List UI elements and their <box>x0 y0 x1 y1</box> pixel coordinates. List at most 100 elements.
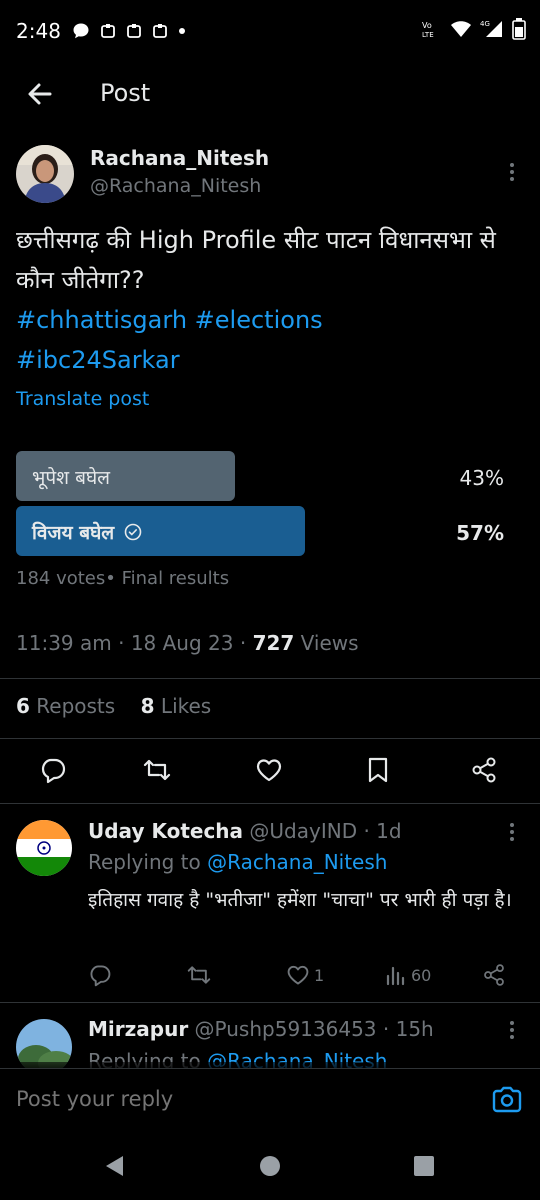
reply-header: Mirzapur @Pushp59136453 · 15h <box>88 1017 434 1041</box>
reposts-count[interactable]: 6 <box>16 694 30 718</box>
signal-icon: 4G <box>480 20 502 37</box>
more-notifications-dot-icon <box>179 28 185 34</box>
reply-comment-button[interactable] <box>88 960 112 990</box>
views-label: Views <box>300 631 359 655</box>
reposts-label[interactable]: Reposts <box>36 694 115 718</box>
more-vertical-icon <box>510 163 514 181</box>
back-button[interactable] <box>22 76 58 112</box>
poll-option-label-winner: विजय बघेल <box>32 519 142 545</box>
author-handle[interactable]: @Rachana_Nitesh <box>90 175 261 197</box>
reply-more-button[interactable] <box>500 1018 524 1042</box>
bookmark-icon <box>368 757 388 783</box>
comment-icon <box>41 758 66 784</box>
nav-home-button[interactable] <box>256 1152 284 1180</box>
volte-icon: VoLTE <box>422 21 434 39</box>
bookmark-button[interactable] <box>361 753 395 787</box>
reply-composer <box>0 1068 540 1130</box>
app-notification-icon <box>127 24 141 38</box>
share-button[interactable] <box>467 753 501 787</box>
wifi-icon <box>451 21 471 37</box>
camera-icon <box>492 1086 522 1113</box>
replying-to: Replying to @Rachana_Nitesh <box>88 850 387 874</box>
circle-home-icon <box>260 1156 280 1176</box>
post-text: छत्तीसगढ़ की High Profile सीट पाटन विधान… <box>16 220 516 380</box>
svg-text:LTE: LTE <box>422 31 434 39</box>
reply-like-button[interactable]: 1 <box>286 960 324 990</box>
reply-author-handle[interactable]: @UdayIND <box>249 819 357 843</box>
hashtag-link[interactable]: #chhattisgarh <box>16 306 187 334</box>
app-notification-icon <box>153 24 167 38</box>
translate-post-link[interactable]: Translate post <box>16 388 149 410</box>
nav-recents-button[interactable] <box>410 1152 438 1180</box>
battery-icon <box>512 18 526 40</box>
poll-option-text: भूपेश बघेल <box>32 467 111 489</box>
reply-button[interactable] <box>36 753 70 787</box>
repost-button[interactable] <box>140 753 174 787</box>
likes-count[interactable]: 8 <box>141 694 155 718</box>
status-time: 2:48 <box>16 19 61 43</box>
views-count: 727 <box>252 631 295 655</box>
status-bar: 2:48 Vo LTE 4G <box>0 0 540 62</box>
divider <box>0 738 540 739</box>
square-recents-icon <box>414 1156 434 1176</box>
reply-header: Uday Kotecha @UdayIND · 1d <box>88 819 402 843</box>
divider <box>0 1002 540 1003</box>
hashtag-link[interactable]: #ibc24Sarkar <box>16 346 180 374</box>
post-time: 11:39 am <box>16 631 112 655</box>
reply-author-handle[interactable]: @Pushp59136453 <box>195 1017 377 1041</box>
reply-author-name[interactable]: Uday Kotecha <box>88 819 243 843</box>
divider <box>0 803 540 804</box>
post-date: 18 Aug 23 <box>130 631 234 655</box>
check-circle-icon <box>124 523 142 541</box>
page-title: Post <box>100 79 151 107</box>
reply-more-button[interactable] <box>500 820 524 844</box>
likes-label[interactable]: Likes <box>161 694 211 718</box>
system-nav-bar <box>0 1130 540 1200</box>
reply-text: इतिहास गवाह है "भतीजा" हमेंशा "चाचा" पर … <box>88 889 512 911</box>
avatar-image <box>16 145 74 203</box>
poll-option-percent: 43% <box>459 466 504 490</box>
svg-text:Vo: Vo <box>422 21 432 30</box>
like-button[interactable] <box>252 753 286 787</box>
repost-icon <box>143 759 171 781</box>
more-vertical-icon <box>510 823 514 841</box>
poll-option-label: भूपेश बघेल <box>32 464 110 490</box>
comment-icon <box>90 965 111 987</box>
author-name[interactable]: Rachana_Nitesh <box>90 146 269 170</box>
post-stats: 6 Reposts 8 Likes <box>16 694 211 718</box>
post-header: Post <box>0 62 540 126</box>
reply-avatar[interactable] <box>16 820 72 876</box>
reply-author-name[interactable]: Mirzapur <box>88 1017 188 1041</box>
bar-chart-icon <box>386 966 405 986</box>
hashtag-link[interactable]: #elections <box>195 306 323 334</box>
replying-prefix: Replying to <box>88 850 201 874</box>
poll-option-percent: 57% <box>456 521 504 545</box>
reply-input[interactable] <box>16 1087 456 1111</box>
notification-icons <box>72 22 186 40</box>
replying-to-handle[interactable]: @Rachana_Nitesh <box>207 850 387 874</box>
system-icons: Vo LTE 4G <box>420 18 526 40</box>
repost-icon <box>187 966 211 984</box>
reply-age: 1d <box>376 819 402 843</box>
author-avatar[interactable] <box>16 145 74 203</box>
chat-bubble-icon <box>73 23 89 39</box>
share-icon <box>484 964 504 986</box>
post-more-button[interactable] <box>500 160 524 184</box>
arrow-left-icon <box>28 83 52 105</box>
poll-option-text: विजय बघेल <box>32 522 115 544</box>
divider <box>0 678 540 679</box>
reply-view-count: 60 <box>411 965 432 985</box>
camera-button[interactable] <box>490 1083 524 1117</box>
poll-meta: 184 votes• Final results <box>16 568 230 589</box>
reply-age: 15h <box>395 1017 434 1041</box>
india-flag-avatar <box>16 820 72 876</box>
reply-repost-button[interactable] <box>186 960 212 990</box>
share-icon <box>472 757 496 783</box>
post-timestamp: 11:39 am · 18 Aug 23 · 727 Views <box>16 631 359 655</box>
reply-views-button[interactable]: 60 <box>385 960 431 990</box>
reply-share-button[interactable] <box>482 960 506 990</box>
nav-back-button[interactable] <box>101 1152 129 1180</box>
triangle-back-icon <box>106 1156 123 1176</box>
more-vertical-icon <box>510 1021 514 1039</box>
heart-icon <box>287 965 309 985</box>
